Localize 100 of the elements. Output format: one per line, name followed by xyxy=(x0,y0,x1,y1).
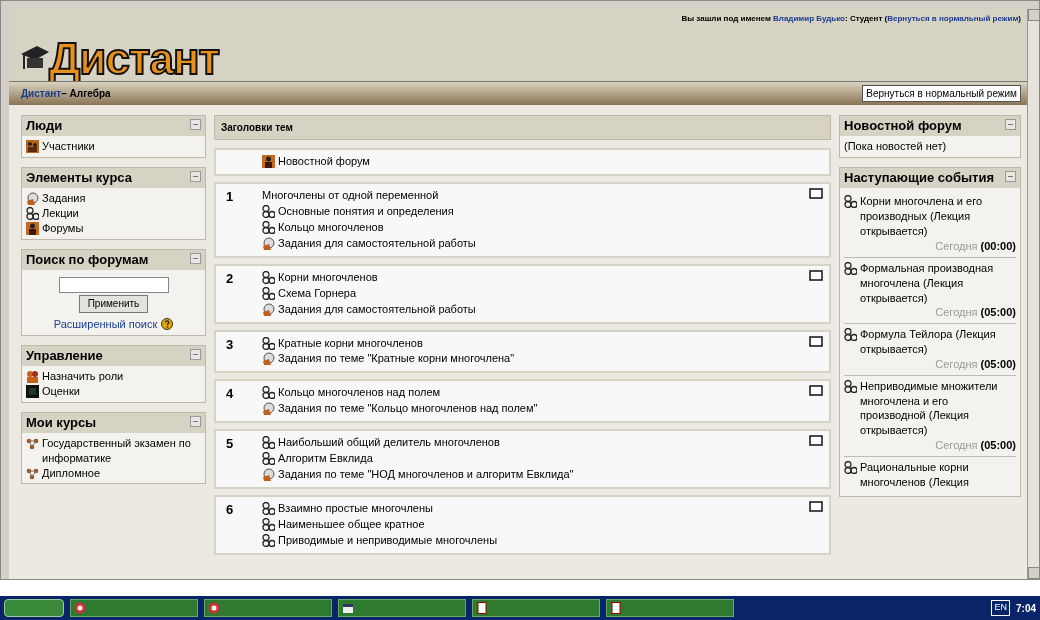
item-link[interactable]: Дипломное xyxy=(42,465,101,481)
block-title: Наступающие события xyxy=(844,171,994,186)
search-field[interactable] xyxy=(58,277,169,294)
normal-mode-button[interactable]: Вернуться в нормальный режим xyxy=(862,85,1021,102)
event-time: (05:00) xyxy=(980,306,1016,319)
language-indicator[interactable]: EN xyxy=(991,600,1010,616)
taskbar-window-button[interactable] xyxy=(606,599,734,617)
taskbar-window-button[interactable] xyxy=(472,599,600,617)
item-link[interactable]: Задания по теме "Кольцо многочленов над полем" xyxy=(278,401,538,418)
block-title: Поиск по форумам xyxy=(26,252,149,268)
advanced-search-link[interactable]: Расширенный поиск xyxy=(53,316,158,332)
breadcrumb-current: Алгебра xyxy=(69,88,111,99)
nodes-icon xyxy=(262,270,275,284)
item-link[interactable]: Кольцо многочленов над полем xyxy=(278,385,441,402)
people-icon xyxy=(26,140,39,154)
item-link[interactable]: Лекции xyxy=(42,206,79,222)
item-link[interactable]: Наибольший общий делитель многочленов xyxy=(278,435,500,452)
breadcrumb-link[interactable]: Дистант xyxy=(21,88,62,99)
square-icon xyxy=(26,384,39,398)
nodes-icon xyxy=(844,379,857,393)
block-title: Новостной форум xyxy=(844,119,962,134)
event-time: (00:00) xyxy=(980,239,1016,252)
collapse-icon[interactable] xyxy=(190,348,201,360)
event-day: Сегодня xyxy=(935,239,978,252)
breadcrumb-separator: – xyxy=(61,88,67,99)
nodes-icon xyxy=(844,195,857,209)
collapse-icon[interactable] xyxy=(1005,171,1016,183)
item-link[interactable]: Участники xyxy=(42,139,95,155)
section-summary: Многочлены от одной переменной xyxy=(262,187,440,203)
topics-header: Заголовки тем xyxy=(214,115,831,140)
nodes-icon xyxy=(26,207,39,221)
item-link[interactable]: Кольцо многочленов xyxy=(278,219,384,236)
section-number: 2 xyxy=(226,270,234,286)
item-link[interactable]: Кратные корни многочленов xyxy=(278,335,423,352)
item-link[interactable]: Задания для самостоятельной работы xyxy=(278,301,476,318)
collapse-icon[interactable] xyxy=(1005,119,1016,130)
event-link[interactable]: Рациональные корни многочленов (Лекция xyxy=(860,459,1016,490)
item-link[interactable]: Оценки xyxy=(42,383,80,399)
taskbar-window-button[interactable] xyxy=(338,599,466,617)
nodes-icon xyxy=(262,336,275,350)
user-link[interactable]: Владимир Будько xyxy=(773,14,845,23)
item-link[interactable]: Государственный экзамен по информатике xyxy=(42,435,201,466)
item-link[interactable]: Задания по теме "Кратные корни многочлена" xyxy=(278,351,515,368)
document-icon xyxy=(476,602,488,614)
nodes-icon xyxy=(262,533,275,547)
item-link[interactable]: Основные понятия и определения xyxy=(278,203,454,220)
section-number: 4 xyxy=(226,386,234,402)
square-icon[interactable] xyxy=(809,269,823,281)
item-link[interactable]: Алгоритм Евклида xyxy=(278,451,373,468)
document-icon xyxy=(610,602,622,614)
item-link[interactable]: Корни многочленов xyxy=(278,269,378,286)
login-info: Вы зашли под именем Владимир Будько: Студент (Вернуться в нормальный режим) xyxy=(681,13,1021,25)
event-link[interactable]: Неприводимые множители многочлена и его производной (Лекция открывается) xyxy=(860,378,1016,439)
scroll-down-button[interactable] xyxy=(1028,567,1040,579)
item-link[interactable]: Назначить роли xyxy=(42,368,124,384)
event-day: Сегодня xyxy=(935,306,978,319)
event-link[interactable]: Формальная производная многочлена (Лекция открывается) xyxy=(860,260,1016,306)
help-icon[interactable] xyxy=(161,318,174,331)
block-title: Элементы курса xyxy=(26,171,132,186)
item-link[interactable]: Взаимно простые многочлены xyxy=(278,501,433,517)
nodes-icon xyxy=(262,286,275,300)
square-icon[interactable] xyxy=(809,187,823,199)
square-icon[interactable] xyxy=(809,501,823,513)
event-day: Сегодня xyxy=(935,357,978,370)
start-button[interactable] xyxy=(4,599,64,617)
item-link[interactable]: Задания xyxy=(42,191,86,207)
clock: 7:04 xyxy=(1016,601,1036,616)
block-title: Мои курсы xyxy=(26,415,97,430)
nodes-icon xyxy=(844,460,857,474)
item-link[interactable]: Приводимые и неприводимые многочлены xyxy=(278,532,498,549)
dots-icon xyxy=(26,466,39,480)
item-link[interactable]: Форумы xyxy=(42,221,84,236)
collapse-icon[interactable] xyxy=(190,252,201,264)
event-time: (05:00) xyxy=(980,439,1016,452)
nodes-icon xyxy=(262,204,275,218)
people-icon xyxy=(26,222,39,236)
section-number: 1 xyxy=(226,188,234,204)
news-text: (Пока новостей нет) xyxy=(844,139,948,155)
item-link[interactable]: Схема Горнера xyxy=(278,285,357,302)
apply-button[interactable]: Применить xyxy=(78,295,149,313)
dots-icon xyxy=(26,436,39,450)
event-link[interactable]: Формула Тейлора (Лекция открывается) xyxy=(860,327,1016,357)
event-link[interactable]: Корни многочлена и его производных (Лекция открывается) xyxy=(860,194,1016,239)
item-link[interactable]: Задания по теме "НОД многочленов и алгоритм Евклида" xyxy=(278,467,574,484)
block-title: Люди xyxy=(26,119,63,134)
item-link[interactable]: Задания для самостоятельной работы xyxy=(278,235,476,252)
people-icon xyxy=(262,155,275,168)
nodes-icon xyxy=(262,436,275,450)
item-link[interactable]: Новостной форум xyxy=(278,154,370,170)
square-icon[interactable] xyxy=(809,335,823,347)
square-icon[interactable] xyxy=(809,435,823,447)
nodes-icon xyxy=(262,220,275,234)
nodes-icon xyxy=(262,502,275,516)
collapse-icon[interactable] xyxy=(190,171,201,183)
section-number: 3 xyxy=(226,336,234,352)
collapse-icon[interactable] xyxy=(190,119,201,130)
item-link[interactable]: Наименьшее общее кратное xyxy=(278,517,425,533)
square-icon[interactable] xyxy=(809,385,823,397)
collapse-icon[interactable] xyxy=(190,415,201,427)
scroll-up-button[interactable] xyxy=(1028,9,1040,21)
